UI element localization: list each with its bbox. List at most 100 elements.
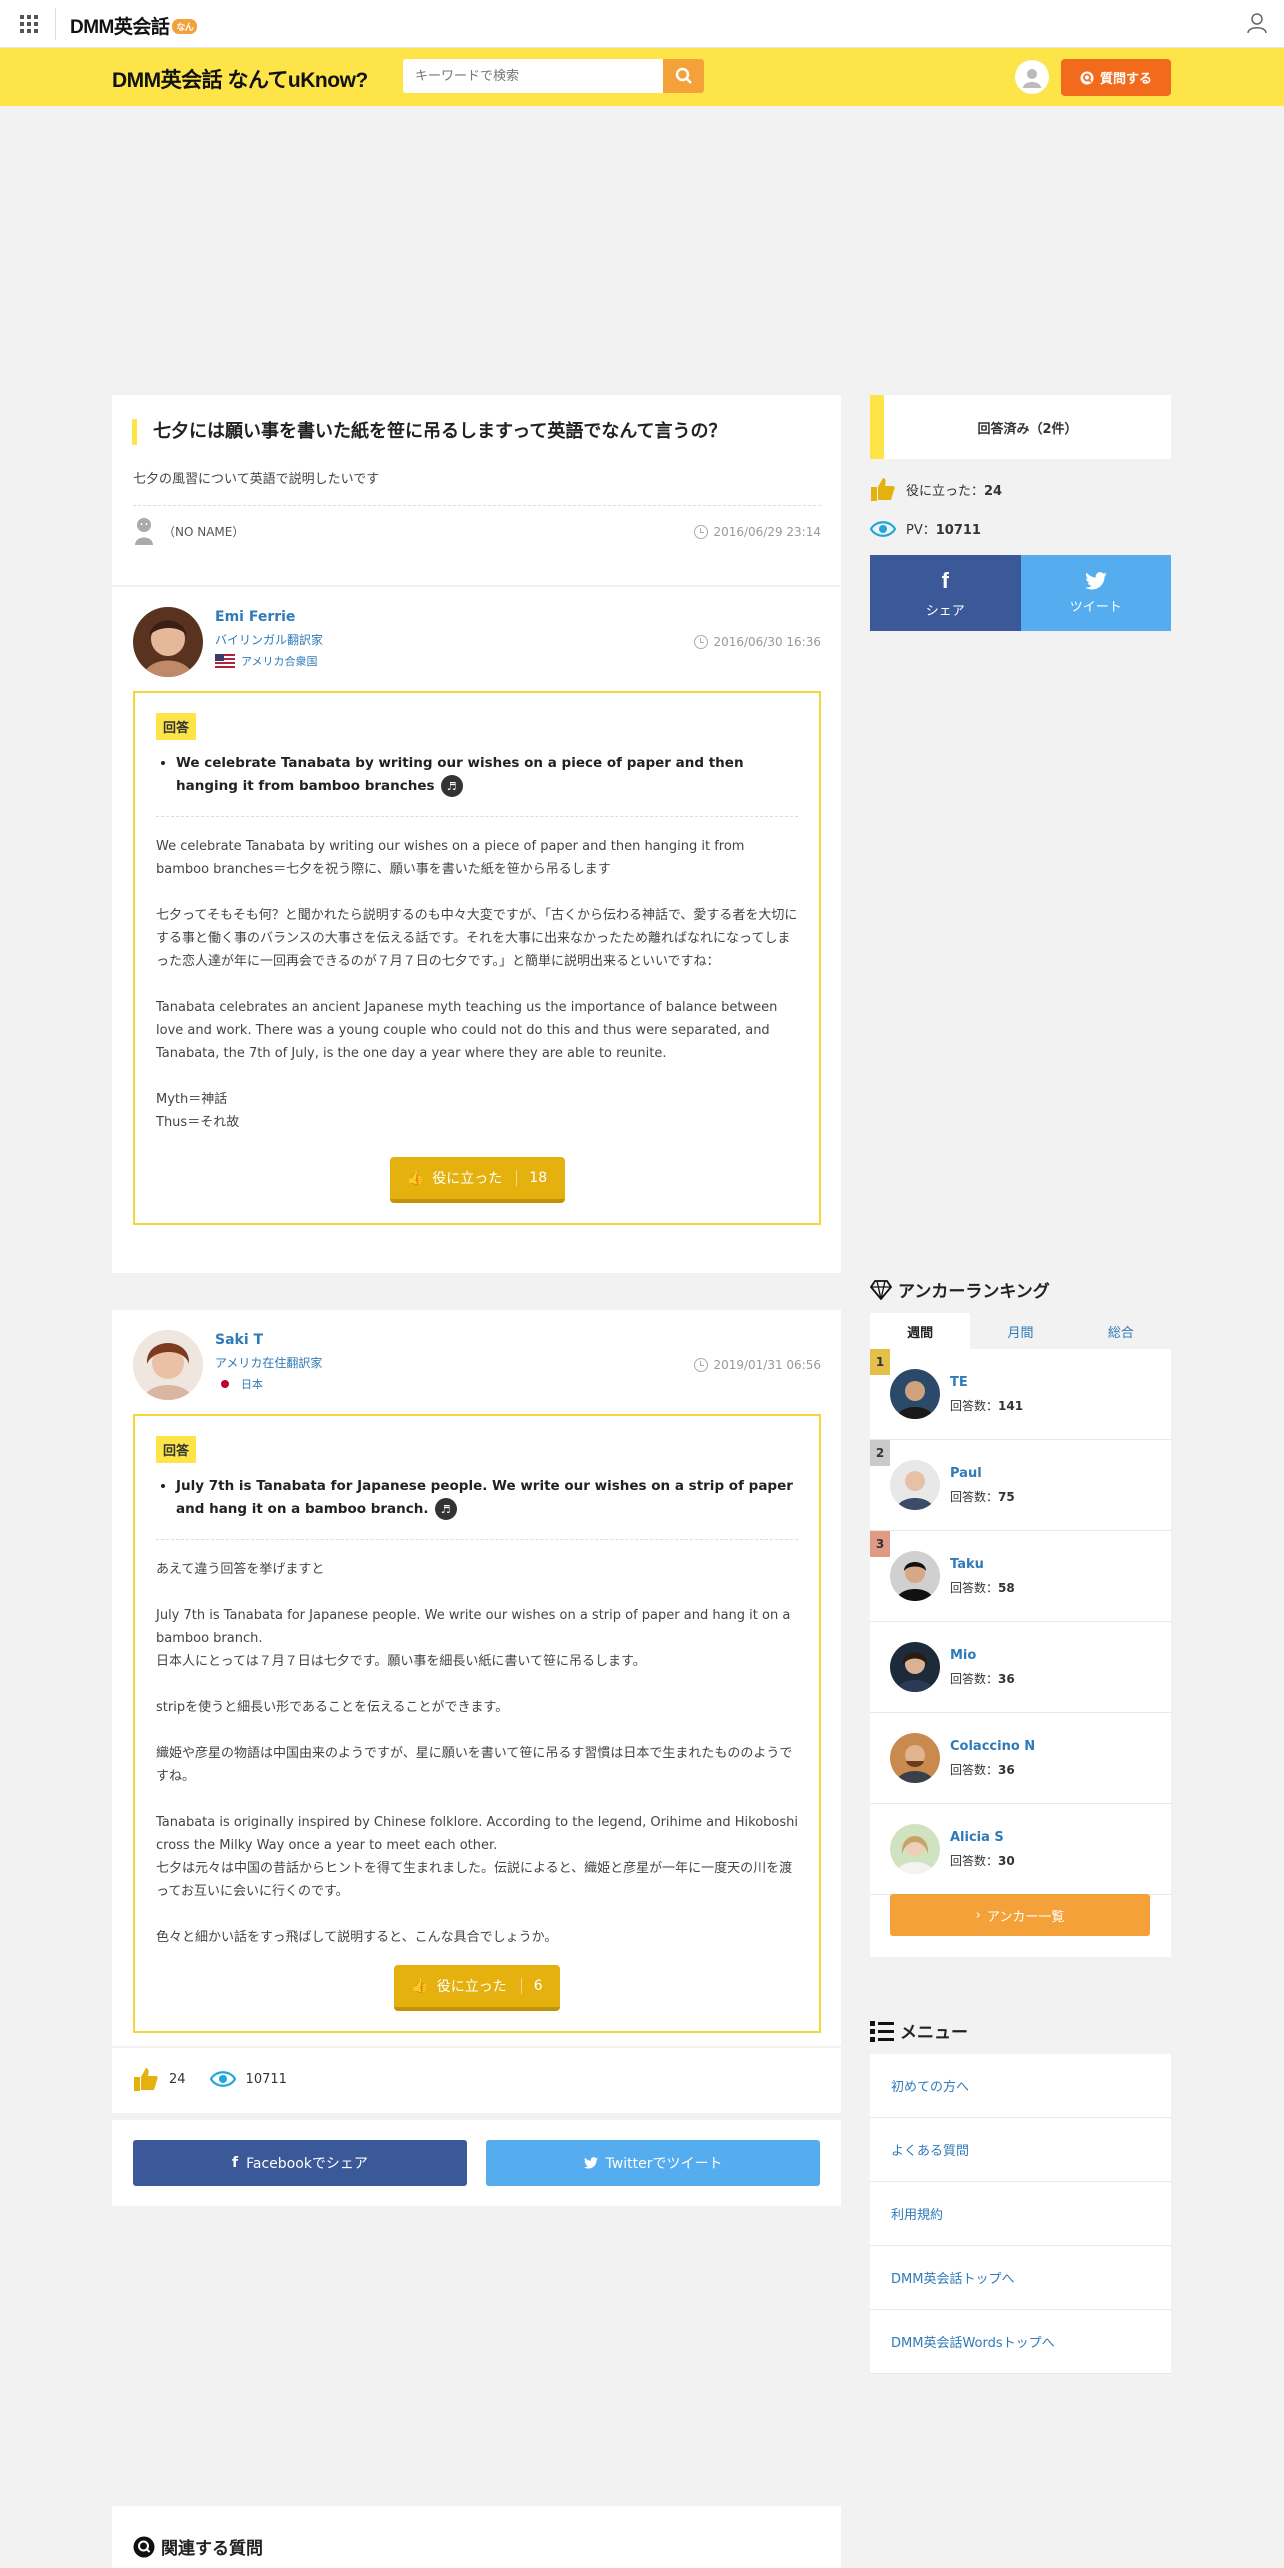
facebook-icon: f — [941, 567, 949, 593]
answer-paragraph: Tanabata is originally inspired by Chine… — [156, 1815, 798, 1899]
ranking-title: アンカーランキング — [870, 1277, 1050, 1302]
key-phrase: We celebrate Tanabata by writing our wis… — [176, 752, 798, 798]
anchor-name[interactable]: TE — [950, 1375, 968, 1390]
tab-overall[interactable]: 総合 — [1071, 1313, 1171, 1349]
default-avatar-icon — [1023, 69, 1041, 88]
avatar[interactable] — [133, 1330, 203, 1400]
count-value: 36 — [998, 1763, 1015, 1777]
menu-item-faq[interactable]: よくある質問 — [870, 2118, 1171, 2182]
useful-button[interactable]: 👍 役に立った 18 — [389, 1157, 565, 1203]
avatar — [890, 1642, 940, 1692]
search-icon — [675, 67, 692, 84]
answer-header: Saki T アメリカ在住翻訳家 日本 2019/01/31 06:56 — [133, 1330, 821, 1400]
ranking-item[interactable]: Alicia S 回答数：30 — [870, 1804, 1171, 1895]
anchor-list-label: アンカー一覧 — [986, 1909, 1065, 1925]
anchor-name[interactable]: Alicia S — [950, 1830, 1004, 1845]
anchor-name[interactable]: Colaccino N — [950, 1739, 1035, 1754]
pv-stat-label: PV： — [906, 523, 936, 538]
anchor-name[interactable]: Saki T — [215, 1332, 263, 1348]
question-date: 2016/06/29 23:14 — [694, 525, 821, 539]
speaker-icon[interactable]: ♬ — [440, 775, 463, 797]
pv-stat-value: 10711 — [935, 523, 981, 538]
useful-stat-value: 24 — [984, 483, 1003, 499]
facebook-share-button[interactable]: f シェア — [870, 555, 1021, 631]
anchor-name[interactable]: Taku — [950, 1557, 984, 1572]
date-text: 2019/01/31 06:56 — [713, 1358, 821, 1372]
facebook-icon: f — [232, 2155, 239, 2171]
search-input[interactable] — [403, 59, 663, 93]
twitter-share-button[interactable]: ツイート — [1020, 555, 1171, 631]
eye-icon — [870, 520, 896, 537]
useful-label: 役に立った — [432, 1171, 503, 1187]
answer-paragraph: 織姫や彦星の物語は中国由来のようですが、星に願いを書いて笹に吊るす習慣は日本で生… — [156, 1746, 793, 1784]
apps-grid-icon[interactable] — [20, 15, 38, 33]
user-icon[interactable] — [1246, 12, 1268, 34]
us-flag-icon — [215, 654, 235, 668]
clock-icon — [694, 635, 709, 649]
answer-count: 回答数：141 — [950, 1397, 1023, 1414]
anchor-name[interactable]: Mio — [950, 1648, 976, 1663]
useful-stat: 役に立った：24 — [870, 476, 1002, 502]
answer-paragraph: あえて違う回答を挙げますと — [156, 1562, 325, 1577]
answered-text: 回答済み（2件） — [977, 421, 1078, 437]
answer-header: Emi Ferrie バイリンガル翻訳家 アメリカ合衆国 2016/06/30 … — [133, 607, 821, 677]
menu-item-terms[interactable]: 利用規約 — [870, 2182, 1171, 2246]
search-button[interactable] — [663, 59, 704, 93]
menu-item-words-top[interactable]: DMM英会話Wordsトップへ — [870, 2310, 1171, 2374]
answer-count: 回答数：30 — [950, 1852, 1015, 1869]
answer-date: 2019/01/31 06:56 — [694, 1358, 821, 1372]
ranking-item[interactable]: Colaccino N 回答数：36 — [870, 1713, 1171, 1804]
ranking-item[interactable]: Mio 回答数：36 — [870, 1622, 1171, 1713]
anchor-name[interactable]: Paul — [950, 1466, 982, 1481]
menu-item-beginners[interactable]: 初めての方へ — [870, 2054, 1171, 2118]
country-text: 日本 — [241, 1378, 263, 1391]
question-description: 七夕の風習について英語で説明したいです — [133, 472, 380, 487]
answer-body: あえて違う回答を挙げますと July 7th is Tanabata for J… — [156, 1558, 798, 1949]
menu-list: 初めての方へ よくある質問 利用規約 DMM英会話トップへ DMM英会話Word… — [870, 2054, 1171, 2374]
avatar — [890, 1824, 940, 1874]
share-label: シェア — [925, 603, 965, 619]
thumbs-up-icon: 👍 — [411, 1978, 429, 1994]
ranking-item[interactable]: 3 Taku 回答数：58 — [870, 1531, 1171, 1622]
avatar[interactable] — [133, 607, 203, 677]
anchor-country: 日本 — [215, 1376, 263, 1392]
ranking-tabs: 週間 月間 総合 — [870, 1313, 1171, 1349]
menu-title-text: メニュー — [900, 2023, 968, 2043]
ranking-item[interactable]: 1 TE 回答数：141 — [870, 1349, 1171, 1440]
ask-question-button[interactable]: 質問する — [1061, 59, 1171, 96]
speaker-icon[interactable]: ♬ — [434, 1498, 457, 1520]
dmm-logo[interactable]: DMM英会話 なん — [70, 12, 198, 39]
anchor-role: バイリンガル翻訳家 — [215, 633, 324, 647]
anchor-list-button[interactable]: › アンカー一覧 — [890, 1894, 1150, 1936]
related-questions: 関連する質問 — [112, 2506, 841, 2568]
answer-count: 回答数：58 — [950, 1579, 1015, 1596]
rank-number: 1 — [870, 1349, 890, 1375]
count-value: 36 — [998, 1672, 1015, 1686]
sidebar-share: f シェア ツイート — [870, 555, 1171, 631]
q-icon — [133, 2536, 155, 2557]
answer-card: Saki T アメリカ在住翻訳家 日本 2019/01/31 06:56 回答 … — [112, 1310, 841, 2046]
related-title-text: 関連する質問 — [161, 2539, 263, 2559]
author-name: （NO NAME） — [163, 524, 245, 539]
answered-count-box: 回答済み（2件） — [870, 395, 1171, 459]
useful-button[interactable]: 👍 役に立った 6 — [394, 1965, 560, 2011]
anchor-name[interactable]: Emi Ferrie — [215, 609, 295, 625]
site-header: DMM英会話 なんてuKnow? 質問する — [0, 48, 1284, 106]
answer-paragraph: 色々と細かい話をすっ飛ばして説明すると、こんな具合でしょうか。 — [156, 1930, 558, 1945]
tab-weekly[interactable]: 週間 — [870, 1313, 971, 1349]
ranking-title-text: アンカーランキング — [898, 1282, 1050, 1302]
answer-date: 2016/06/30 16:36 — [694, 635, 821, 649]
avatar[interactable] — [1015, 60, 1049, 94]
menu-item-dmm-top[interactable]: DMM英会話トップへ — [870, 2246, 1171, 2310]
thumbs-up-icon — [134, 2068, 158, 2091]
site-logo[interactable]: DMM英会話 なんてuKnow? — [112, 64, 368, 94]
facebook-share-button[interactable]: f Facebookでシェア — [133, 2140, 467, 2186]
tab-monthly[interactable]: 月間 — [970, 1313, 1070, 1349]
answer-card: Emi Ferrie バイリンガル翻訳家 アメリカ合衆国 2016/06/30 … — [112, 587, 841, 1273]
date-text: 2016/06/30 16:36 — [713, 635, 821, 649]
eye-icon — [209, 2071, 236, 2087]
stats-row: 24 10711 — [112, 2048, 841, 2113]
ranking-item[interactable]: 2 Paul 回答数：75 — [870, 1440, 1171, 1531]
twitter-share-button[interactable]: Twitterでツイート — [486, 2140, 820, 2186]
divider — [133, 505, 821, 506]
